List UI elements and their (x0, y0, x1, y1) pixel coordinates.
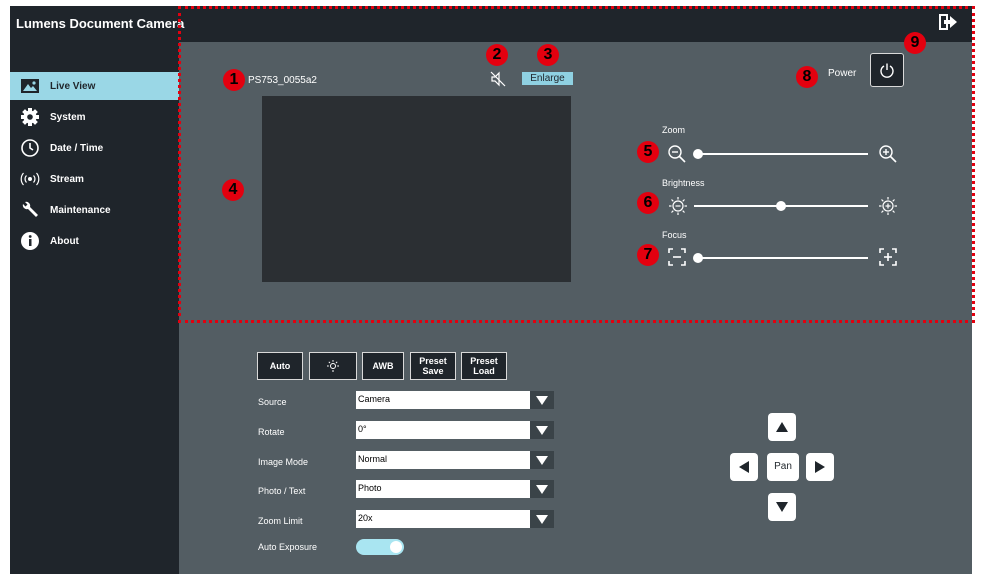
pan-right-button[interactable] (806, 453, 834, 481)
highlight-box (178, 6, 975, 323)
pan-up-button[interactable] (768, 413, 796, 441)
info-icon (20, 231, 40, 251)
sidebar-item-live-view[interactable]: Live View (10, 72, 179, 100)
zoom-limit-label: Zoom Limit (258, 516, 303, 526)
arrow-down-icon (776, 502, 788, 512)
chevron-down-icon (530, 451, 554, 469)
auto-exposure-toggle[interactable] (356, 539, 404, 555)
callout-badge-9: 9 (904, 32, 926, 54)
callout-badge-2: 2 (486, 44, 508, 66)
preset-load-button[interactable]: Preset Load (461, 352, 507, 380)
sidebar-item-maintenance[interactable]: Maintenance (10, 196, 179, 224)
callout-badge-3: 3 (537, 44, 559, 66)
callout-badge-4: 4 (222, 179, 244, 201)
image-mode-select[interactable]: Normal (356, 451, 554, 469)
sidebar: Live View System Date / Time Stream Main… (10, 42, 179, 574)
chevron-down-icon (530, 421, 554, 439)
rotate-label: Rotate (258, 427, 285, 437)
zoom-limit-select[interactable]: 20x (356, 510, 554, 528)
sidebar-item-label: Stream (50, 173, 84, 185)
photo-text-label: Photo / Text (258, 486, 306, 496)
image-icon (20, 76, 40, 96)
chevron-down-icon (530, 391, 554, 409)
callout-badge-8: 8 (796, 66, 818, 88)
rotate-select[interactable]: 0° (356, 421, 554, 439)
arrow-right-icon (815, 461, 825, 473)
sidebar-item-system[interactable]: System (10, 103, 179, 131)
sidebar-item-date-time[interactable]: Date / Time (10, 134, 179, 162)
chevron-down-icon (530, 480, 554, 498)
gear-icon (20, 107, 40, 127)
sidebar-item-stream[interactable]: Stream (10, 165, 179, 193)
source-label: Source (258, 397, 287, 407)
callout-badge-1: 1 (223, 69, 245, 91)
awb-button[interactable]: AWB (362, 352, 404, 380)
callout-badge-7: 7 (637, 244, 659, 266)
sidebar-item-about[interactable]: About (10, 227, 179, 255)
sidebar-item-label: System (50, 111, 86, 123)
arrow-up-icon (776, 422, 788, 432)
pan-down-button[interactable] (768, 493, 796, 521)
lamp-icon (327, 360, 339, 372)
clock-icon (20, 138, 40, 158)
pan-button[interactable]: Pan (767, 453, 799, 481)
arrow-left-icon (739, 461, 749, 473)
chevron-down-icon (530, 510, 554, 528)
source-value: Camera (358, 394, 391, 404)
auto-exposure-label: Auto Exposure (258, 542, 318, 552)
sidebar-item-label: About (50, 235, 79, 247)
callout-badge-5: 5 (637, 141, 659, 163)
lamp-button[interactable] (309, 352, 357, 380)
sidebar-item-label: Date / Time (50, 142, 104, 154)
photo-text-select[interactable]: Photo (356, 480, 554, 498)
image-mode-label: Image Mode (258, 457, 309, 467)
rotate-value: 0° (358, 424, 367, 434)
sidebar-item-label: Live View (50, 80, 96, 92)
auto-button[interactable]: Auto (257, 352, 303, 380)
app-title: Lumens Document Camera (16, 16, 185, 31)
image-mode-value: Normal (358, 454, 388, 464)
callout-badge-6: 6 (637, 192, 659, 214)
preset-save-button[interactable]: Preset Save (410, 352, 456, 380)
pan-left-button[interactable] (730, 453, 758, 481)
photo-text-value: Photo (358, 483, 382, 493)
wrench-icon (20, 200, 40, 220)
toggle-knob (390, 541, 402, 553)
broadcast-icon (20, 169, 40, 189)
source-select[interactable]: Camera (356, 391, 554, 409)
zoom-limit-value: 20x (358, 513, 373, 523)
sidebar-item-label: Maintenance (50, 204, 111, 216)
